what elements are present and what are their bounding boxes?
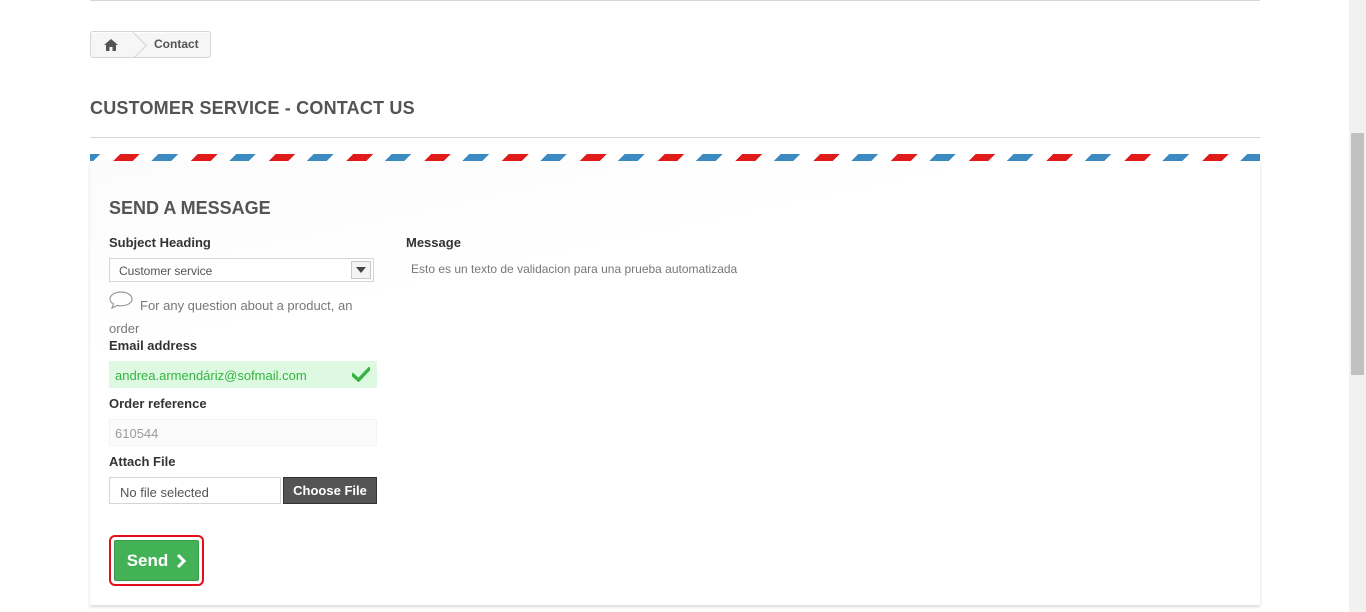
scrollbar-thumb[interactable] [1351,133,1364,375]
message-textarea[interactable]: Esto es un texto de validacion para una … [411,262,737,276]
email-label: Email address [109,338,198,353]
top-divider [90,0,1260,1]
send-button[interactable]: Send [114,540,199,581]
message-label: Message [406,235,461,250]
form-title: SEND A MESSAGE [109,198,271,218]
subject-heading-select[interactable]: Customer service [109,258,374,282]
chevron-down-icon [356,267,366,273]
select-dropdown-button[interactable] [351,261,371,279]
send-button-label: Send [126,550,169,570]
send-button-highlight: Send [109,535,204,586]
attach-file-label: Attach File [109,454,176,469]
chevron-right-icon [177,553,187,568]
scrollbar[interactable] [1349,0,1366,612]
email-value: andrea.armendáriz@sofmail.com [115,368,307,383]
file-name-text: No file selected [120,485,209,500]
order-reference-field[interactable]: 610544 [109,419,377,446]
page-title: CUSTOMER SERVICE - CONTACT US [90,98,415,118]
subject-help-text: For any question about a product, an ord… [109,298,353,336]
airmail-stripe [90,154,1260,161]
checkmark-icon [352,367,370,382]
order-reference-label: Order reference [109,396,207,411]
order-reference-value: 610544 [115,426,159,441]
subject-heading-value: Customer service [119,264,213,278]
breadcrumb-current: Contact [154,37,199,51]
heading-divider [90,137,1260,138]
choose-file-button[interactable]: Choose File [283,477,377,504]
breadcrumb: Contact [90,31,211,58]
home-icon [104,38,118,51]
email-field[interactable]: andrea.armendáriz@sofmail.com [109,361,377,388]
file-upload[interactable]: No file selected Choose File [109,477,377,504]
file-name-display: No file selected [109,477,281,504]
subject-heading-label: Subject Heading [109,235,211,250]
contact-form-box: SEND A MESSAGE Subject Heading Customer … [90,161,1260,605]
